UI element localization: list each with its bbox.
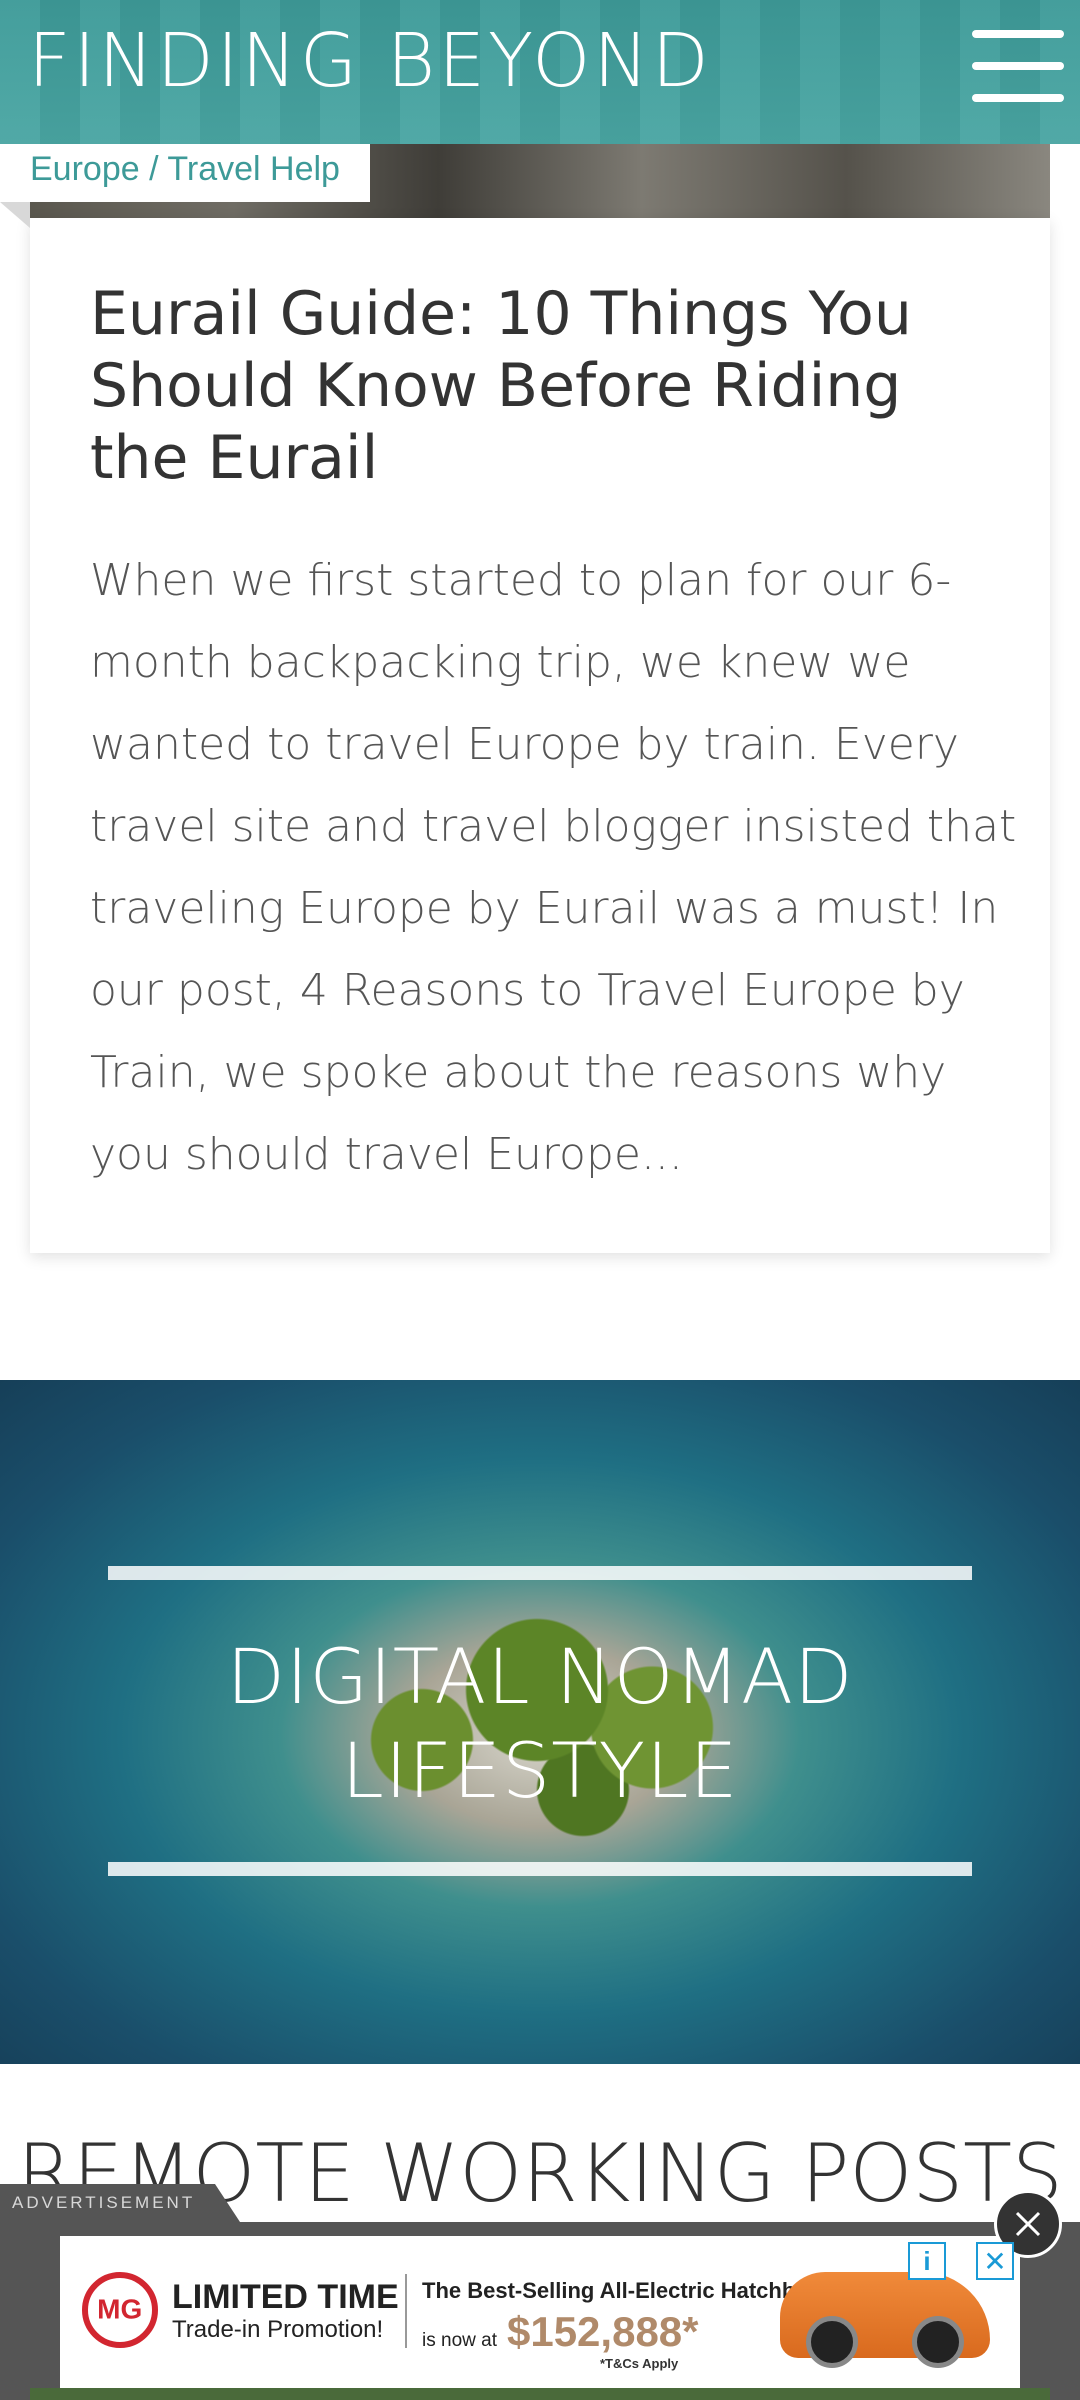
mg-logo-icon: MG: [66, 2256, 174, 2364]
menu-bar: [972, 30, 1064, 38]
category-tag-fold: [0, 202, 30, 228]
banner-title: DIGITAL NOMAD LIFESTYLE: [226, 1632, 854, 1815]
post-title[interactable]: Eurail Guide: 10 Things You Should Know …: [90, 278, 1010, 494]
ad-price-prefix: is now at: [422, 2330, 497, 2351]
post-excerpt: When we first started to plan for our 6-…: [90, 555, 1017, 1180]
post-card[interactable]: Eurail Guide: 10 Things You Should Know …: [30, 218, 1050, 1253]
ad-creative[interactable]: MG LIMITED TIME Trade-in Promotion! The …: [60, 2236, 1020, 2388]
banner-rule-bottom: [108, 1862, 972, 1876]
info-icon[interactable]: i: [908, 2242, 946, 2280]
ad-brand-mark: MG: [97, 2293, 143, 2325]
digital-nomad-banner[interactable]: DIGITAL NOMAD LIFESTYLE: [0, 1380, 1080, 2064]
site-title[interactable]: FINDING BEYOND: [28, 24, 712, 98]
site-header: FINDING BEYOND: [0, 0, 1080, 144]
ad-divider: [405, 2274, 407, 2348]
ad-copy: The Best-Selling All-Electric Hatchback: [422, 2278, 832, 2303]
ad-price-line: is now at $152,888*: [422, 2308, 699, 2356]
ad-subhead: Trade-in Promotion!: [172, 2316, 384, 2343]
post-category-link[interactable]: Europe / Travel Help: [0, 136, 370, 202]
close-icon-glyph: [1015, 2211, 1041, 2237]
ad-terms: *T&Cs Apply: [600, 2356, 679, 2371]
menu-bar: [972, 94, 1064, 102]
hamburger-menu-icon[interactable]: [972, 30, 1064, 102]
menu-bar: [972, 62, 1064, 70]
car-image: [780, 2272, 990, 2368]
ad-dismiss-icon[interactable]: ✕: [976, 2242, 1014, 2280]
banner-rule-top: [108, 1566, 972, 1580]
ad-price: $152,888*: [506, 2308, 699, 2355]
next-post-image-edge: [30, 2388, 1050, 2400]
ad-headline: LIMITED TIME: [172, 2278, 399, 2316]
ad-label: ADVERTISEMENT: [12, 2193, 196, 2212]
